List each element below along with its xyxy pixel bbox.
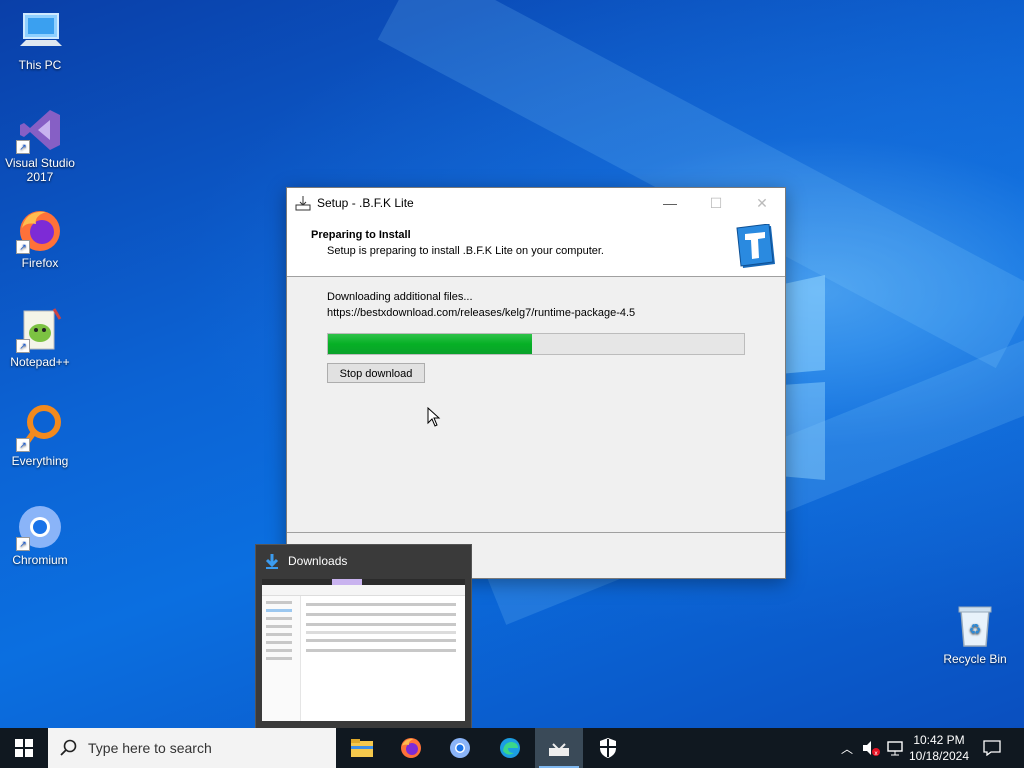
visual-studio-icon: ↗ xyxy=(16,106,64,154)
search-icon xyxy=(60,739,77,756)
computer-icon xyxy=(16,8,64,56)
thumbnail-title: Downloads xyxy=(288,554,348,568)
maximize-icon: ☐ xyxy=(709,194,723,211)
taskbar-thumbnail-downloads[interactable]: Downloads xyxy=(255,544,472,728)
stop-download-button[interactable]: Stop download xyxy=(327,363,425,383)
setup-icon xyxy=(549,743,569,756)
windows-start-icon xyxy=(15,739,33,757)
desktop-icon-chromium[interactable]: ↗ Chromium xyxy=(0,503,80,567)
taskbar-edge[interactable] xyxy=(486,728,534,768)
shortcut-arrow-icon: ↗ xyxy=(16,240,30,254)
taskbar-firefox[interactable] xyxy=(387,728,435,768)
setup-icon xyxy=(295,195,311,211)
desktop-icon-label: Visual Studio 2017 xyxy=(5,156,75,184)
file-explorer-icon xyxy=(351,739,373,757)
clock-date: 10/18/2024 xyxy=(908,749,970,763)
wizard-header: Preparing to Install Setup is preparing … xyxy=(287,218,785,277)
desktop-icon-label: Everything xyxy=(11,454,69,468)
everything-search-icon: ↗ xyxy=(16,404,64,452)
desktop-icon-everything[interactable]: ↗ Everything xyxy=(0,404,80,468)
show-hidden-icons-button[interactable]: ︿ xyxy=(838,728,856,768)
notification-icon xyxy=(983,740,1001,756)
taskbar-search-box[interactable]: Type here to search xyxy=(48,728,336,768)
firefox-icon xyxy=(401,738,421,758)
volume-muted-icon: x xyxy=(863,741,880,756)
desktop-icon-this-pc[interactable]: This PC xyxy=(0,8,80,72)
taskbar-security[interactable] xyxy=(584,728,632,768)
clock-time: 10:42 PM xyxy=(913,733,965,747)
desktop-icon-label: Firefox xyxy=(21,256,59,270)
svg-text:x: x xyxy=(874,750,878,756)
status-text: Downloading additional files... xyxy=(327,291,473,303)
thumbnail-header: Downloads xyxy=(256,545,471,577)
recycle-bin-icon: ♻ xyxy=(951,602,999,650)
desktop-icon-firefox[interactable]: ↗ Firefox xyxy=(0,206,80,270)
page-subtitle: Setup is preparing to install .B.F.K Lit… xyxy=(327,245,604,257)
download-progress-bar xyxy=(327,333,745,355)
taskbar-setup[interactable] xyxy=(535,728,583,768)
close-icon: ✕ xyxy=(756,194,768,211)
taskbar-file-explorer[interactable] xyxy=(338,728,386,768)
page-title: Preparing to Install xyxy=(311,229,411,241)
desktop-icon-label: Chromium xyxy=(12,553,68,567)
window-titlebar[interactable]: Setup - .B.F.K Lite — ☐ ✕ xyxy=(287,188,785,218)
taskbar: Type here to search ︿ x 10:42 PM 10/18/2… xyxy=(0,728,1024,768)
desktop-icon-label: Recycle Bin xyxy=(943,652,1007,666)
shortcut-arrow-icon: ↗ xyxy=(16,140,30,154)
desktop-icon-label: This PC xyxy=(18,58,62,72)
chevron-up-icon: ︿ xyxy=(840,741,853,756)
window-title: Setup - .B.F.K Lite xyxy=(317,196,414,210)
desktop-icon-notepad-plus-plus[interactable]: ↗ Notepad++ xyxy=(0,305,80,369)
volume-button[interactable]: x xyxy=(860,728,882,768)
wizard-body: Downloading additional files... https://… xyxy=(287,277,785,533)
download-url: https://bestxdownload.com/releases/kelg7… xyxy=(327,307,636,319)
shortcut-arrow-icon: ↗ xyxy=(16,339,30,353)
chromium-icon xyxy=(450,738,470,758)
download-arrow-icon xyxy=(264,553,280,569)
firefox-icon: ↗ xyxy=(16,206,64,254)
app-logo-icon xyxy=(735,223,777,270)
start-button[interactable] xyxy=(0,728,48,768)
clock[interactable]: 10:42 PM 10/18/2024 xyxy=(900,732,978,764)
desktop-icon-visual-studio[interactable]: ↗ Visual Studio 2017 xyxy=(0,106,80,184)
notepad-plus-plus-icon: ↗ xyxy=(16,305,64,353)
edge-icon xyxy=(500,738,520,758)
shortcut-arrow-icon: ↗ xyxy=(16,537,30,551)
setup-window: Setup - .B.F.K Lite — ☐ ✕ Preparing to I… xyxy=(286,187,786,579)
explorer-preview xyxy=(262,579,465,721)
action-center-button[interactable] xyxy=(980,728,1004,768)
desktop-icon-label: Notepad++ xyxy=(10,355,70,369)
svg-text:♻: ♻ xyxy=(969,622,982,638)
minimize-button[interactable]: — xyxy=(647,188,693,218)
chromium-icon: ↗ xyxy=(16,503,64,551)
maximize-button[interactable]: ☐ xyxy=(693,188,739,218)
security-shield-icon xyxy=(600,738,616,758)
desktop-icon-recycle-bin[interactable]: ♻ Recycle Bin xyxy=(935,602,1015,666)
close-button[interactable]: ✕ xyxy=(739,188,785,218)
search-placeholder: Type here to search xyxy=(88,740,212,756)
shortcut-arrow-icon: ↗ xyxy=(16,438,30,452)
progress-fill xyxy=(328,334,532,354)
desktop: This PC ↗ Visual Studio 2017 ↗ Firefox ↗… xyxy=(0,0,1024,728)
taskbar-chromium[interactable] xyxy=(436,728,484,768)
minimize-icon: — xyxy=(663,195,677,211)
mouse-cursor-icon xyxy=(427,407,441,427)
